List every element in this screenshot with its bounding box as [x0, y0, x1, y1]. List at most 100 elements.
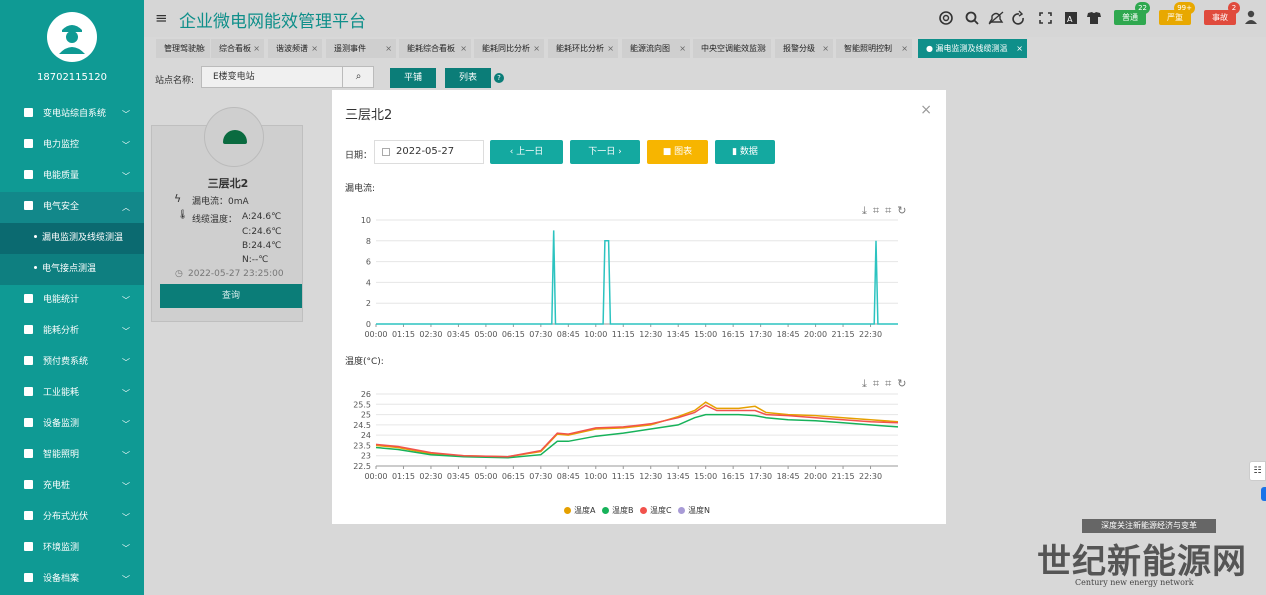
sidebar-subitem[interactable]: 电气接点测温 — [0, 254, 144, 285]
sidebar-item[interactable]: 分布式光伏 ﹀ — [0, 502, 144, 533]
bulb-icon — [24, 449, 33, 458]
sidebar-item[interactable]: 电能统计 ﹀ — [0, 285, 144, 316]
fullscreen-icon[interactable] — [1039, 12, 1052, 24]
app-title: 企业微电网能效管理平台 — [179, 12, 366, 32]
search-icon[interactable] — [965, 11, 979, 25]
prev-day-button[interactable]: ‹ 上一日 — [490, 140, 563, 164]
side-tab[interactable] — [1261, 487, 1266, 501]
theme-shirt-icon[interactable] — [1087, 12, 1101, 24]
close-icon[interactable]: × — [533, 39, 540, 58]
date-picker[interactable]: 2022-05-27 — [374, 140, 484, 164]
tab-label: 综合看板 — [219, 44, 251, 53]
x-tick-label: 22:30 — [859, 330, 882, 339]
sidebar-item[interactable]: 环境监测 ﹀ — [0, 533, 144, 564]
search-icon[interactable]: ⌕ — [342, 66, 374, 88]
tab[interactable]: 中央空调能效监测 × — [693, 39, 771, 58]
font-size-icon[interactable]: A — [1065, 12, 1077, 24]
tab[interactable]: 综合看板 × — [211, 39, 264, 58]
settings-slider-icon[interactable]: ☷ — [1249, 461, 1266, 481]
bell-off-icon[interactable] — [988, 11, 1004, 25]
legend-dot-icon — [640, 507, 647, 514]
legend-dot-icon — [602, 507, 609, 514]
list-view-button[interactable]: 列表 — [445, 68, 491, 88]
series-line — [375, 401, 899, 458]
sidebar-item[interactable]: 电能质量 ﹀ — [0, 161, 144, 192]
tab[interactable]: 谐波频谱 × — [268, 39, 322, 58]
sidebar-subitem-label: 漏电监测及线缆测温 — [42, 233, 124, 243]
tab[interactable]: 能耗综合看板 × — [399, 39, 471, 58]
sidebar-item[interactable]: 变电站综自系统 ﹀ — [0, 99, 144, 130]
legend-item[interactable]: 温度B — [602, 505, 634, 516]
user-icon[interactable] — [1244, 10, 1258, 24]
monitor-icon — [24, 418, 33, 427]
close-icon[interactable]: × — [679, 39, 686, 58]
temp-b: B:24.4℃ — [242, 241, 282, 251]
sidebar-item[interactable]: 充电桩 ﹀ — [0, 471, 144, 502]
close-icon[interactable]: × — [1016, 39, 1023, 58]
legend-item[interactable]: 温度N — [678, 505, 710, 516]
refresh-icon[interactable] — [1012, 10, 1024, 25]
tab[interactable]: 能源流向图 × — [622, 39, 690, 58]
close-icon[interactable]: × — [920, 102, 932, 118]
device-name: 三层北2 — [207, 177, 249, 190]
y-tick-label: 4 — [366, 278, 371, 287]
avatar[interactable] — [47, 12, 97, 62]
alarm-badge-button[interactable]: 严重 99+ — [1159, 2, 1195, 25]
flat-view-button[interactable]: 平铺 — [390, 68, 436, 88]
chevron-down-icon: ﹀ — [122, 544, 130, 553]
sidebar-item[interactable]: 预付费系统 ﹀ — [0, 347, 144, 378]
legend-item[interactable]: 温度A — [564, 505, 595, 516]
sidebar-item[interactable]: 电气安全 ︿ — [0, 192, 144, 223]
tab[interactable]: 管理驾驶舱 × — [156, 39, 210, 58]
query-button[interactable]: 查询 — [160, 284, 302, 308]
legend-item[interactable]: 温度C — [640, 505, 672, 516]
close-icon[interactable]: × — [822, 39, 829, 58]
tab[interactable]: ● 漏电监测及线缆测温 × — [918, 39, 1027, 58]
x-tick-label: 03:45 — [447, 330, 470, 339]
close-icon[interactable]: × — [607, 39, 614, 58]
close-icon[interactable]: × — [760, 39, 767, 58]
tab[interactable]: 智能照明控制 × — [836, 39, 912, 58]
home-icon — [24, 108, 33, 117]
sidebar-item[interactable]: 智能照明 ﹀ — [0, 440, 144, 471]
device-card: 三层北2 ϟ 漏电流：0mA 🌡 线缆温度： A:24.6℃ C:24.6℃ B… — [151, 107, 303, 322]
close-icon[interactable]: × — [253, 39, 260, 58]
archive-icon — [24, 573, 33, 582]
sidebar-item[interactable]: 设备监测 ﹀ — [0, 409, 144, 440]
sidebar-subitem-label: 电气接点测温 — [42, 264, 97, 274]
sidebar-item[interactable]: 能耗分析 ﹀ — [0, 316, 144, 347]
chevron-down-icon: ﹀ — [122, 575, 130, 584]
close-icon[interactable]: × — [385, 39, 392, 58]
sidebar-item-label: 设备监测 — [43, 419, 80, 429]
data-view-label: 数据 — [739, 147, 758, 157]
tab[interactable]: 遥测事件 × — [326, 39, 396, 58]
sidebar-item-label: 分布式光伏 — [43, 512, 89, 522]
close-icon[interactable]: × — [901, 39, 908, 58]
next-day-button[interactable]: 下一日 › — [570, 140, 640, 164]
tab-bar: 管理驾驶舱 × 综合看板 × 谐波频谱 × 遥测事件 × 能耗综合看板 × 能耗同比分析 × 能耗环比分… — [144, 37, 1266, 59]
sidebar-item[interactable]: 设备档案 ﹀ — [0, 564, 144, 595]
close-icon[interactable]: × — [199, 39, 206, 58]
sidebar-subitem[interactable]: 漏电监测及线缆测温 — [0, 223, 144, 254]
sidebar-item[interactable]: 工业能耗 ﹀ — [0, 378, 144, 409]
sidebar-item-label: 预付费系统 — [43, 357, 89, 367]
sidebar-item[interactable]: 电力监控 ﹀ — [0, 130, 144, 161]
chevron-down-icon: ﹀ — [122, 358, 130, 367]
close-icon[interactable]: × — [460, 39, 467, 58]
calendar-icon — [382, 148, 390, 156]
clock-icon: ◷ — [175, 269, 183, 279]
close-icon[interactable]: × — [311, 39, 318, 58]
y-tick-label: 2 — [366, 299, 371, 308]
settings-icon[interactable] — [939, 11, 953, 25]
data-view-button[interactable]: ▮ 数据 — [715, 140, 775, 164]
tab[interactable]: 报警分级 × — [775, 39, 833, 58]
menu-toggle-icon[interactable]: ≡ — [155, 9, 168, 27]
tab[interactable]: 能耗同比分析 × — [474, 39, 544, 58]
help-icon[interactable]: ? — [494, 73, 504, 83]
chart-view-button[interactable]: ■ 图表 — [647, 140, 708, 164]
svg-text:A: A — [1067, 15, 1073, 24]
alarm-badge-button[interactable]: 普通 22 — [1114, 2, 1150, 25]
globe-icon — [24, 139, 33, 148]
tab[interactable]: 能耗环比分析 × — [548, 39, 618, 58]
alarm-badge-button[interactable]: 事故 2 — [1204, 2, 1240, 25]
